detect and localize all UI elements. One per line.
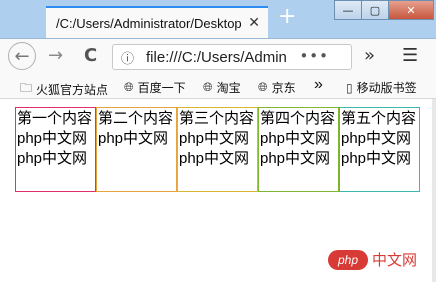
box-title: 第四个内容 — [260, 110, 336, 127]
navigation-bar: ← → C ⓘ file:///C:/Users/Admin ••• » ☰ — [0, 39, 436, 75]
globe-icon: 🌐︎ — [124, 80, 134, 94]
url-bar[interactable]: ⓘ file:///C:/Users/Admin ••• — [112, 44, 352, 70]
reload-button[interactable]: C — [84, 45, 97, 66]
watermark-logo: php — [328, 249, 368, 270]
box-text: php中文网 — [17, 130, 88, 147]
back-button[interactable]: ← — [8, 42, 36, 70]
bookmark-label: 火狐官方站点 — [36, 83, 109, 97]
url-text[interactable]: file:///C:/Users/Admin — [146, 49, 306, 66]
mobile-bookmarks[interactable]: ▯ 移动版书签 — [346, 79, 417, 96]
maximize-button[interactable]: ▢ — [361, 0, 389, 20]
box-text: php中文网 — [341, 130, 412, 147]
tab-active[interactable]: /C:/Users/Administrator/Desktop ✕ — [46, 6, 268, 38]
minimize-button[interactable]: — — [334, 0, 362, 20]
info-icon[interactable]: ⓘ — [121, 48, 134, 67]
mobile-bookmarks-label: 移动版书签 — [356, 81, 417, 95]
globe-icon: 🌐︎ — [258, 80, 268, 94]
content-box-3: 第三个内容 php中文网 php中文网 — [177, 107, 258, 192]
box-title: 第五个内容 — [341, 110, 417, 127]
bookmark-label: 淘宝 — [216, 81, 241, 95]
title-bar: /C:/Users/Administrator/Desktop ✕ + — ▢ … — [0, 0, 436, 39]
content-boxes: 第一个内容 php中文网 php中文网 第二个内容 php中文网 第三个内容 p… — [15, 107, 420, 192]
bookmark-item[interactable]: 🌐︎ 京东 — [258, 79, 296, 96]
box-title: 第三个内容 — [179, 110, 255, 127]
content-box-2: 第二个内容 php中文网 — [96, 107, 177, 192]
toolbar-overflow-icon[interactable]: » — [364, 45, 375, 66]
box-text: php中文网 — [341, 150, 412, 167]
page-content: 第一个内容 php中文网 php中文网 第二个内容 php中文网 第三个内容 p… — [0, 99, 432, 282]
bookmark-item[interactable]: 🌐︎ 百度一下 — [124, 79, 186, 96]
bookmark-item[interactable]: 🗀 火狐官方站点 — [20, 79, 108, 100]
tab-title: /C:/Users/Administrator/Desktop — [56, 15, 242, 31]
close-window-button[interactable]: ✕ — [388, 0, 434, 20]
bookmark-item[interactable]: 🌐︎ 淘宝 — [203, 79, 241, 96]
page-actions-icon[interactable]: ••• — [299, 47, 329, 65]
box-title: 第二个内容 — [98, 110, 174, 127]
box-text: php中文网 — [17, 150, 88, 167]
folder-icon: 🗀 — [20, 81, 33, 95]
bookmarks-toolbar: 🗀 火狐官方站点 🌐︎ 百度一下 🌐︎ 淘宝 🌐︎ 京东 » ▯ 移动版书签 — [0, 75, 436, 99]
new-tab-button[interactable]: + — [278, 4, 296, 30]
content-box-5: 第五个内容 php中文网 php中文网 — [339, 107, 420, 192]
watermark-text: 中文网 — [372, 252, 418, 269]
watermark: php 中文网 — [328, 249, 417, 270]
phone-icon: ▯ — [346, 80, 353, 95]
bookmarks-overflow-icon[interactable]: » — [314, 76, 323, 94]
scrollbar[interactable] — [432, 99, 436, 282]
tab-close-icon[interactable]: ✕ — [248, 15, 260, 31]
box-title: 第一个内容 — [17, 110, 93, 127]
hamburger-menu-icon[interactable]: ☰ — [402, 45, 418, 66]
box-text: php中文网 — [98, 130, 169, 147]
content-box-4: 第四个内容 php中文网 php中文网 — [258, 107, 339, 192]
box-text: php中文网 — [260, 150, 331, 167]
box-text: php中文网 — [260, 130, 331, 147]
box-text: php中文网 — [179, 130, 250, 147]
forward-button[interactable]: → — [48, 45, 63, 66]
bookmark-label: 京东 — [271, 81, 296, 95]
globe-icon: 🌐︎ — [203, 80, 213, 94]
box-text: php中文网 — [179, 150, 250, 167]
bookmark-label: 百度一下 — [137, 81, 186, 95]
content-box-1: 第一个内容 php中文网 php中文网 — [15, 107, 96, 192]
